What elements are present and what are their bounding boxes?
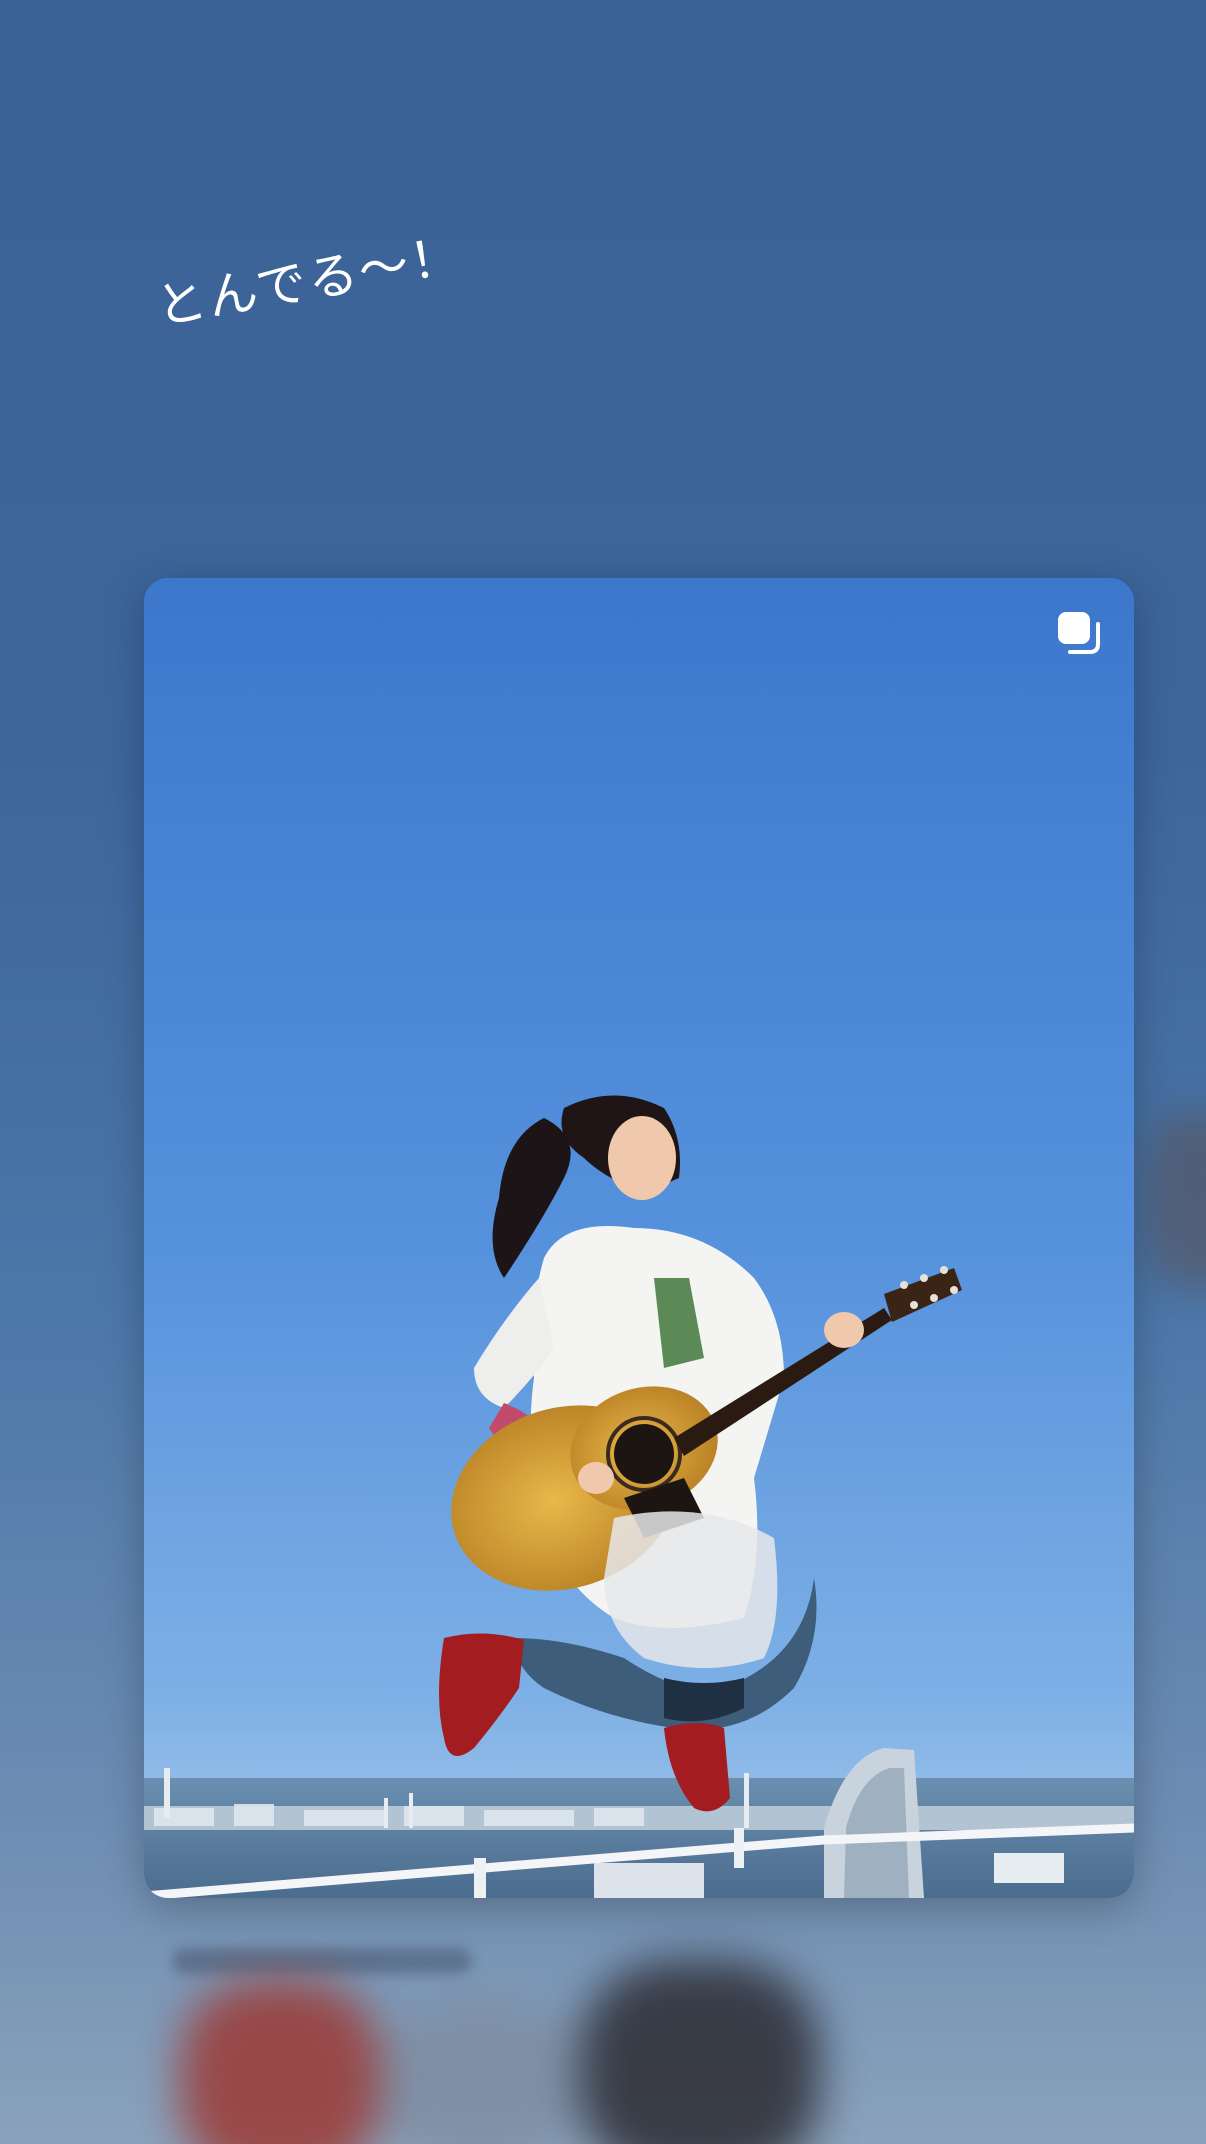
story-screen[interactable]: とんでる〜！ bbox=[0, 0, 1206, 2144]
blurred-background-preview bbox=[120, 1900, 1120, 2144]
side-blurred-preview bbox=[1146, 1110, 1206, 1290]
story-caption-text: とんでる〜！ bbox=[151, 225, 467, 337]
carousel-multiple-icon bbox=[1058, 612, 1100, 654]
post-photo bbox=[144, 578, 1134, 1898]
shared-post-card[interactable] bbox=[144, 578, 1134, 1898]
